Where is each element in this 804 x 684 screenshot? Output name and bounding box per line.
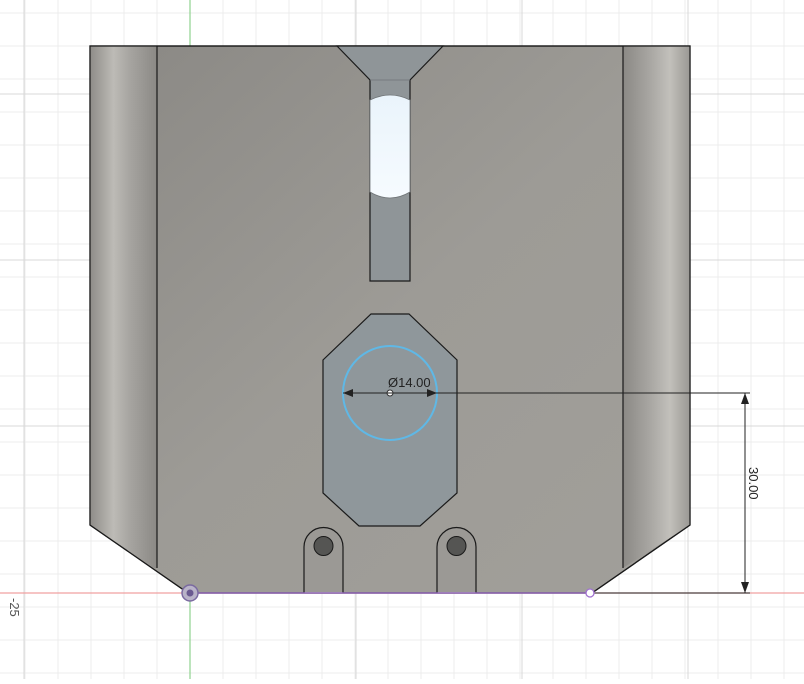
mount-hole-left: [313, 536, 334, 556]
origin-point[interactable]: [181, 584, 199, 602]
mount-hole-right: [446, 536, 467, 556]
left-flange: [90, 46, 157, 568]
sketch-endpoint[interactable]: [585, 588, 595, 598]
cad-viewport[interactable]: -25 Ø14.00 30.00: [0, 0, 804, 679]
mounting-tab-left[interactable]: [303, 526, 344, 594]
right-flange: [623, 46, 690, 568]
grid-scale-label: -25: [7, 598, 22, 617]
diameter-dimension-text: Ø14.00: [388, 375, 431, 390]
mounting-tab-right[interactable]: [436, 526, 477, 594]
vertical-dimension-text: 30.00: [746, 467, 761, 500]
